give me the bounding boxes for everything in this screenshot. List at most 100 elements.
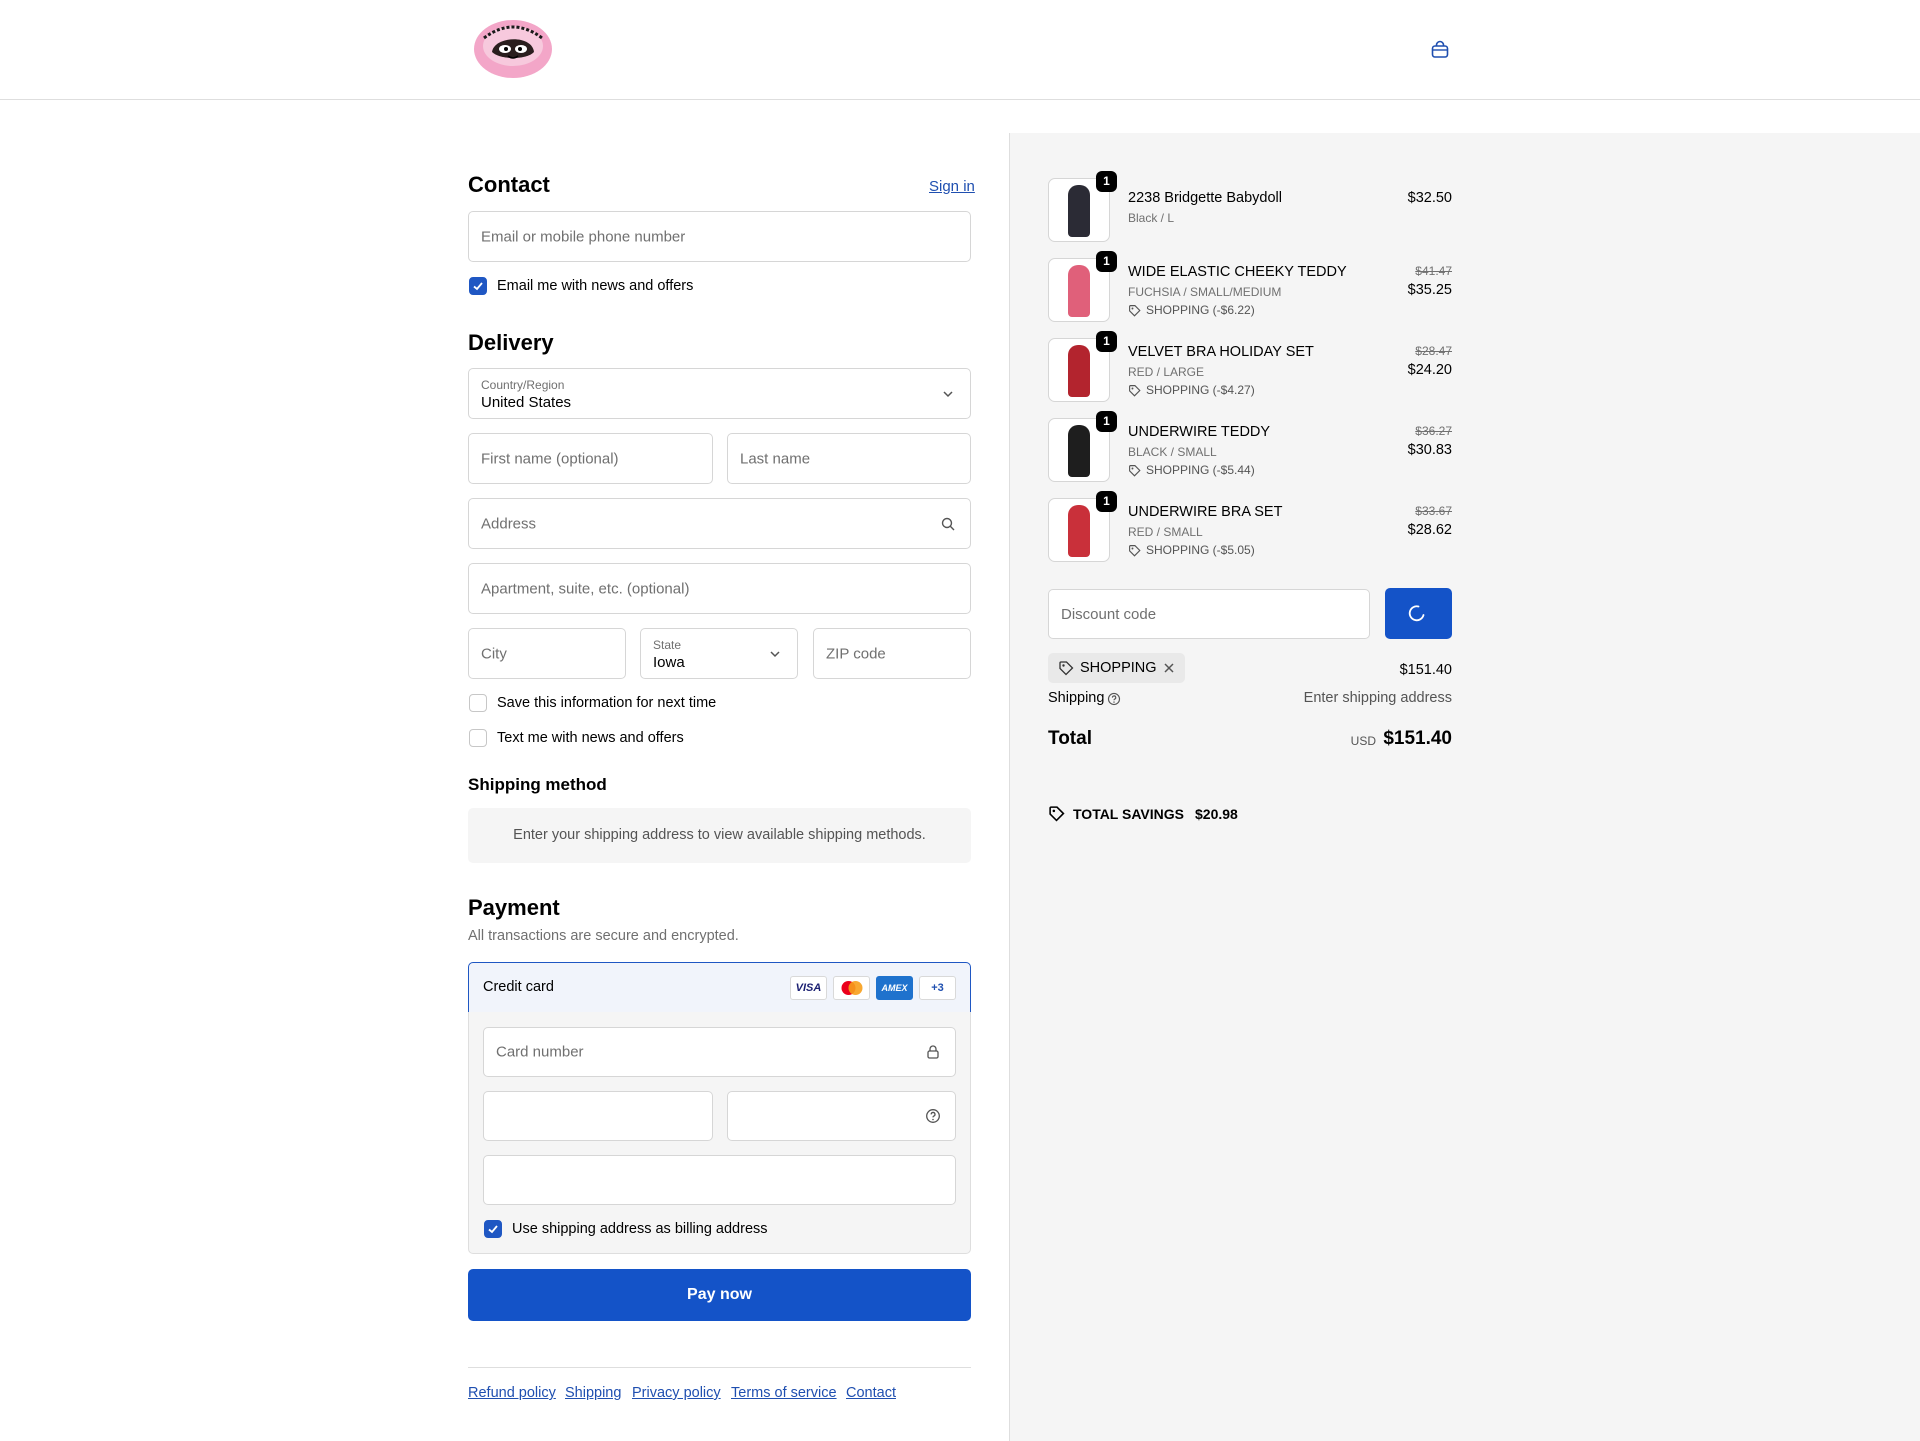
subtotal-value: $151.40 xyxy=(1399,662,1452,678)
state-select[interactable]: State Iowa xyxy=(640,628,798,679)
credit-card-label: Credit card xyxy=(483,979,554,995)
name-on-card-field[interactable] xyxy=(483,1155,956,1205)
item-discount-text: SHOPPING (-$5.44) xyxy=(1146,463,1255,477)
tag-icon xyxy=(1129,384,1141,397)
address-field[interactable]: Address xyxy=(468,498,971,549)
applied-discount-chip: SHOPPING xyxy=(1048,653,1185,683)
first-name-placeholder: First name (optional) xyxy=(481,450,619,467)
store-logo-image xyxy=(474,20,552,78)
order-summary-panel xyxy=(1009,133,1920,1441)
email-news-label: Email me with news and offers xyxy=(497,278,694,294)
zip-field[interactable]: ZIP code xyxy=(813,628,971,679)
shipping-method-title: Shipping method xyxy=(468,775,607,794)
original-price: $41.47 xyxy=(1415,264,1452,278)
total-savings-label: TOTAL SAVINGS xyxy=(1073,806,1184,822)
billing-address-checkbox[interactable] xyxy=(484,1220,502,1238)
currency-code: USD xyxy=(1350,734,1376,748)
shipping-label: Shipping xyxy=(1048,690,1105,706)
product-image xyxy=(1068,345,1090,397)
amex-icon: AMEX xyxy=(876,976,913,1000)
item-discount: SHOPPING (-$6.22) xyxy=(1128,303,1255,317)
shopping-bag-icon[interactable] xyxy=(1430,40,1450,60)
checkmark-icon xyxy=(473,282,483,291)
product-image xyxy=(1068,185,1090,237)
order-item: 1 2238 Bridgette Babydoll Black / L $32.… xyxy=(1048,171,1452,242)
contact-link[interactable]: Contact xyxy=(846,1385,896,1401)
total-label: Total xyxy=(1048,728,1092,749)
order-item: 1 UNDERWIRE BRA SET RED / SMALL SHOPPING… xyxy=(1048,491,1452,562)
country-select[interactable]: Country/Region United States xyxy=(468,368,971,419)
card-number-placeholder: Card number xyxy=(496,1043,584,1061)
product-name: WIDE ELASTIC CHEEKY TEDDY xyxy=(1128,264,1347,280)
product-price: $32.50 xyxy=(1407,190,1452,206)
city-field[interactable]: City xyxy=(468,628,626,679)
first-name-field[interactable]: First name (optional) xyxy=(468,433,713,484)
privacy-policy-link[interactable]: Privacy policy xyxy=(632,1385,721,1401)
apply-discount-button[interactable] xyxy=(1385,588,1452,639)
product-image xyxy=(1068,265,1090,317)
contact-title: Contact xyxy=(468,172,550,197)
email-news-checkbox[interactable] xyxy=(469,277,487,295)
tag-icon xyxy=(1129,464,1141,477)
original-price: $36.27 xyxy=(1415,424,1452,438)
search-icon xyxy=(941,517,955,530)
order-item: 1 UNDERWIRE TEDDY BLACK / SMALL SHOPPING… xyxy=(1048,411,1452,482)
product-variant: Black / L xyxy=(1128,211,1175,225)
help-icon[interactable] xyxy=(925,1108,941,1124)
email-placeholder: Email or mobile phone number xyxy=(481,228,686,245)
store-logo[interactable] xyxy=(472,18,554,80)
text-news-checkbox[interactable] xyxy=(469,729,487,747)
email-field[interactable]: Email or mobile phone number xyxy=(468,211,971,262)
order-item: 1 WIDE ELASTIC CHEEKY TEDDY FUCHSIA / SM… xyxy=(1048,251,1452,322)
item-discount: SHOPPING (-$5.44) xyxy=(1128,463,1255,477)
product-name: UNDERWIRE BRA SET xyxy=(1128,504,1283,520)
last-name-placeholder: Last name xyxy=(740,450,811,467)
product-variant: FUCHSIA / SMALL/MEDIUM xyxy=(1128,285,1282,299)
savings-tag-icon xyxy=(1049,806,1065,822)
quantity-badge: 1 xyxy=(1096,491,1117,512)
quantity-badge: 1 xyxy=(1096,171,1117,192)
discount-code-placeholder: Discount code xyxy=(1061,606,1157,623)
save-info-checkbox[interactable] xyxy=(469,694,487,712)
loading-spinner-icon xyxy=(1408,605,1425,622)
refund-policy-link[interactable]: Refund policy xyxy=(468,1385,556,1401)
expiration-date-field[interactable] xyxy=(483,1091,713,1141)
checkmark-icon xyxy=(488,1225,498,1234)
sign-in-link[interactable]: Sign in xyxy=(929,178,975,195)
delivery-title: Delivery xyxy=(468,330,554,355)
help-icon[interactable] xyxy=(1107,692,1121,706)
original-price: $33.67 xyxy=(1415,504,1452,518)
product-variant: RED / SMALL xyxy=(1128,525,1203,539)
shipping-method-box: Enter your shipping address to view avai… xyxy=(468,808,971,863)
credit-card-option[interactable]: Credit card VISA AMEX +3 xyxy=(468,962,971,1013)
card-number-field[interactable]: Card number xyxy=(483,1027,956,1077)
original-price: $28.47 xyxy=(1415,344,1452,358)
address-placeholder: Address xyxy=(481,515,537,532)
product-name: UNDERWIRE TEDDY xyxy=(1128,424,1271,440)
shipping-link[interactable]: Shipping xyxy=(565,1385,621,1401)
tag-icon xyxy=(1129,304,1141,317)
state-value: Iowa xyxy=(653,654,685,671)
item-discount-text: SHOPPING (-$4.27) xyxy=(1146,383,1255,397)
security-code-field[interactable] xyxy=(727,1091,956,1141)
close-icon[interactable] xyxy=(1162,661,1176,675)
last-name-field[interactable]: Last name xyxy=(727,433,971,484)
zip-placeholder: ZIP code xyxy=(826,645,886,662)
quantity-badge: 1 xyxy=(1096,331,1117,352)
city-placeholder: City xyxy=(481,645,507,662)
product-image xyxy=(1068,425,1090,477)
chevron-down-icon xyxy=(943,390,953,397)
country-value: United States xyxy=(481,394,572,411)
terms-of-service-link[interactable]: Terms of service xyxy=(731,1385,837,1401)
discounted-price: $30.83 xyxy=(1407,442,1452,458)
product-variant: BLACK / SMALL xyxy=(1128,445,1217,459)
product-name: VELVET BRA HOLIDAY SET xyxy=(1128,344,1314,360)
save-info-label: Save this information for next time xyxy=(497,695,717,711)
total-savings-value: $20.98 xyxy=(1195,806,1238,822)
pay-now-button[interactable]: Pay now xyxy=(468,1269,971,1321)
state-label: State xyxy=(653,638,682,652)
discount-code-field[interactable]: Discount code xyxy=(1048,589,1370,639)
billing-address-label: Use shipping address as billing address xyxy=(512,1221,768,1237)
apartment-field[interactable]: Apartment, suite, etc. (optional) xyxy=(468,563,971,614)
total-value: $151.40 xyxy=(1383,728,1452,749)
